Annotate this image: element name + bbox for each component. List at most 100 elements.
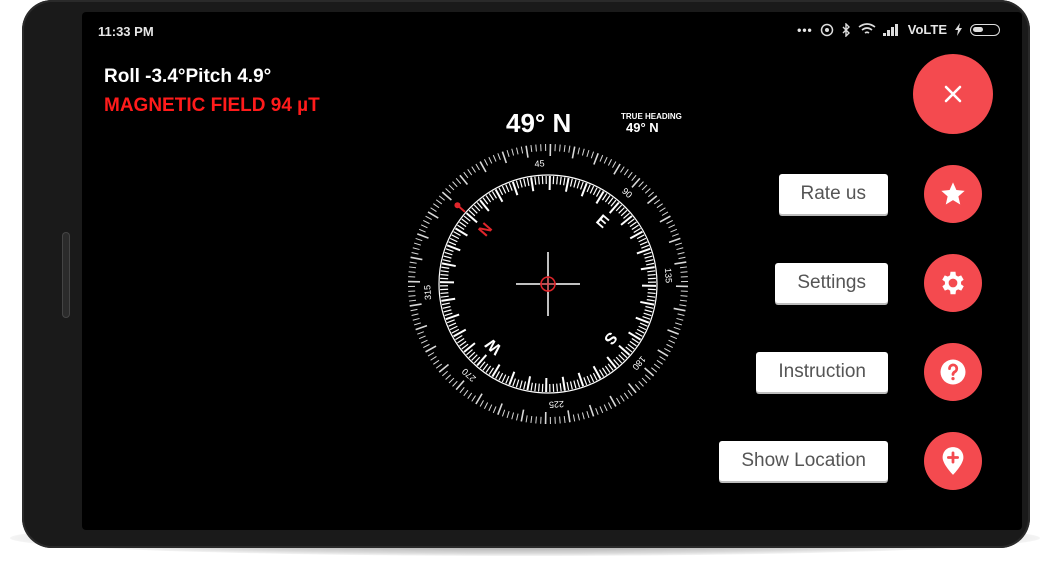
outer-tick bbox=[586, 149, 590, 157]
outer-tick bbox=[427, 352, 435, 357]
inner-tick bbox=[440, 292, 449, 295]
inner-tick bbox=[488, 367, 495, 375]
inner-tick bbox=[443, 309, 452, 313]
inner-tick bbox=[636, 247, 651, 255]
instruction-button[interactable]: Instruction bbox=[756, 352, 888, 392]
inner-tick bbox=[534, 383, 537, 392]
outer-tick bbox=[620, 166, 625, 173]
outer-tick bbox=[520, 146, 524, 154]
outer-tick bbox=[427, 211, 439, 219]
inner-tick bbox=[485, 365, 492, 373]
outer-tick bbox=[430, 356, 437, 361]
inner-tick bbox=[476, 354, 488, 367]
outer-tick bbox=[627, 382, 637, 394]
inner-tick bbox=[635, 331, 643, 337]
outer-tick bbox=[530, 415, 533, 424]
inner-tick bbox=[628, 331, 642, 341]
outer-tick bbox=[609, 395, 617, 407]
close-icon bbox=[944, 85, 962, 103]
inner-tick bbox=[508, 182, 513, 191]
outer-tick bbox=[607, 159, 613, 166]
outer-tick bbox=[648, 191, 654, 198]
inner-tick bbox=[454, 227, 468, 237]
inner-tick bbox=[461, 218, 469, 225]
inner-tick bbox=[519, 380, 523, 389]
outer-tick bbox=[475, 163, 480, 171]
rate-us-fab[interactable] bbox=[924, 165, 982, 223]
outer-tick bbox=[435, 199, 443, 205]
inner-tick bbox=[445, 313, 460, 321]
outer-tick bbox=[595, 407, 599, 415]
outer-tick bbox=[593, 153, 599, 165]
inner-tick bbox=[604, 365, 611, 373]
outer-tick bbox=[623, 392, 629, 399]
outer-tick bbox=[525, 145, 529, 158]
outer-tick bbox=[418, 335, 426, 340]
show-location-fab[interactable] bbox=[924, 432, 982, 490]
degree-label: 45 bbox=[534, 158, 545, 169]
show-location-button[interactable]: Show Location bbox=[719, 441, 888, 481]
outer-tick bbox=[664, 348, 671, 353]
network-type: VoLTE bbox=[907, 22, 947, 37]
outer-tick bbox=[638, 380, 644, 387]
inner-tick bbox=[512, 378, 517, 387]
inner-tick bbox=[646, 262, 655, 266]
inner-tick bbox=[449, 237, 458, 243]
inner-tick bbox=[485, 195, 492, 203]
inner-tick bbox=[559, 176, 562, 185]
outer-tick bbox=[433, 203, 440, 209]
inner-tick bbox=[451, 234, 460, 240]
outer-tick bbox=[674, 261, 687, 265]
cardinal-n: N bbox=[476, 220, 496, 240]
inner-tick bbox=[633, 227, 641, 234]
outer-tick bbox=[572, 414, 576, 422]
outer-tick bbox=[411, 313, 419, 316]
outer-tick bbox=[448, 184, 455, 191]
outer-tick bbox=[448, 377, 455, 384]
outer-tick bbox=[668, 237, 681, 244]
outer-tick bbox=[627, 171, 633, 179]
inner-tick bbox=[463, 342, 476, 353]
inner-tick bbox=[589, 374, 595, 383]
inner-tick bbox=[586, 375, 591, 384]
outer-tick bbox=[492, 406, 497, 414]
outer-tick bbox=[455, 178, 462, 184]
outer-tick bbox=[463, 389, 469, 397]
more-dots: ••• bbox=[797, 22, 813, 37]
outer-tick bbox=[581, 412, 585, 420]
inner-tick bbox=[530, 382, 533, 391]
outer-tick bbox=[563, 415, 566, 424]
inner-tick bbox=[592, 372, 598, 381]
inner-tick bbox=[561, 376, 566, 391]
inner-tick bbox=[519, 179, 523, 188]
outer-tick bbox=[588, 404, 595, 417]
inner-tick bbox=[479, 199, 490, 212]
settings-fab[interactable] bbox=[924, 254, 982, 312]
outer-tick bbox=[409, 261, 417, 264]
outer-tick bbox=[612, 161, 617, 168]
instruction-fab[interactable] bbox=[924, 343, 982, 401]
inner-tick bbox=[448, 322, 457, 327]
inner-tick bbox=[638, 325, 647, 331]
outer-tick bbox=[471, 395, 476, 402]
outer-tick bbox=[567, 410, 571, 423]
inner-tick bbox=[459, 340, 467, 347]
outer-tick bbox=[420, 339, 428, 344]
inner-tick bbox=[639, 322, 648, 327]
close-menu-button[interactable] bbox=[913, 54, 993, 134]
outer-tick bbox=[511, 148, 515, 156]
outer-tick bbox=[411, 252, 419, 255]
inner-tick bbox=[642, 315, 651, 320]
outer-tick bbox=[408, 266, 417, 269]
inner-tick bbox=[620, 215, 633, 226]
outer-tick bbox=[475, 393, 483, 405]
outer-tick bbox=[423, 219, 430, 225]
inner-tick bbox=[491, 364, 501, 378]
outer-tick bbox=[483, 402, 489, 409]
rate-us-button[interactable]: Rate us bbox=[778, 174, 888, 214]
inner-tick bbox=[498, 372, 504, 381]
outer-tick bbox=[479, 161, 487, 173]
outer-tick bbox=[525, 415, 528, 423]
settings-button[interactable]: Settings bbox=[775, 263, 888, 303]
inner-tick bbox=[441, 262, 456, 268]
